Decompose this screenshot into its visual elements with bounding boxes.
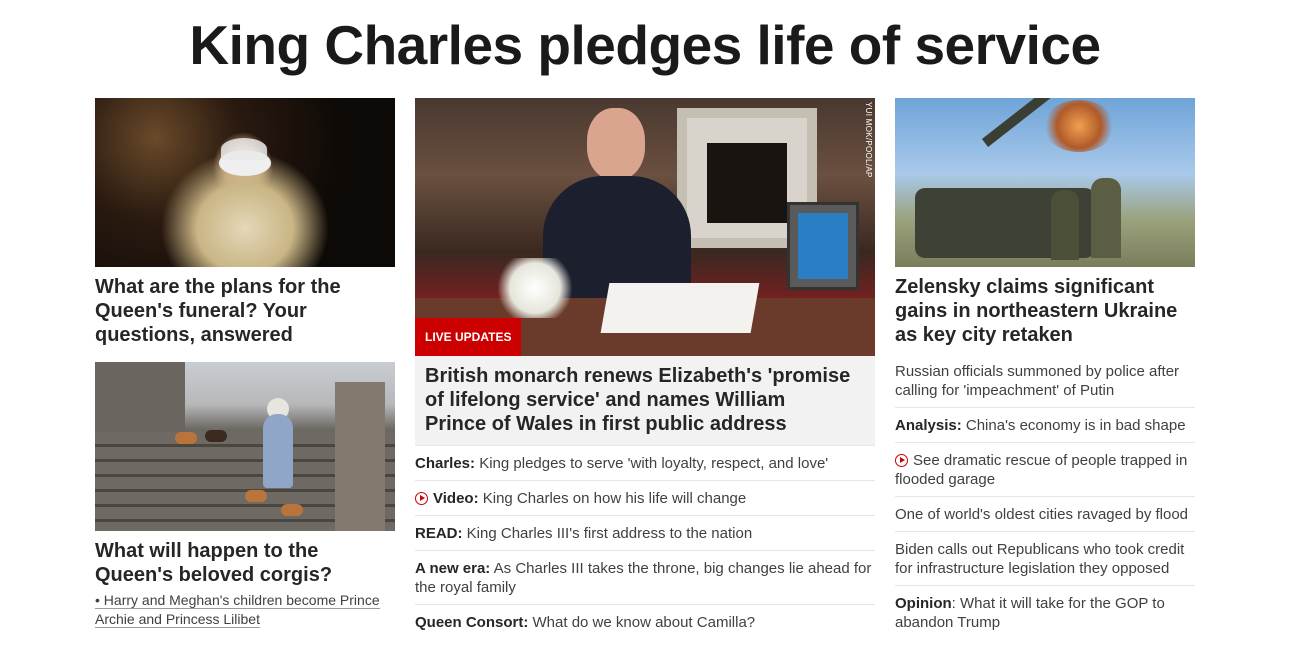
link-label: Video: xyxy=(433,490,479,507)
photo-credit: YUI MOK/POOL/AP xyxy=(864,102,873,178)
list-item[interactable]: READ: King Charles III's first address t… xyxy=(415,516,875,551)
list-item[interactable]: Analysis: China's economy is in bad shap… xyxy=(895,408,1195,443)
list-item[interactable]: See dramatic rescue of people trapped in… xyxy=(895,443,1195,497)
link-label: Opinion xyxy=(895,595,952,612)
castle-wall xyxy=(95,362,185,442)
corgis-headline[interactable]: What will happen to the Queen's beloved … xyxy=(95,539,395,587)
photo-frame-shape xyxy=(787,202,859,290)
headline-line: questions, answered xyxy=(95,324,293,346)
list-item[interactable]: Russian officials summoned by police aft… xyxy=(895,354,1195,408)
ukraine-artillery-photo[interactable] xyxy=(895,98,1195,267)
right-column: Zelensky claims significant gains in nor… xyxy=(895,98,1195,639)
middle-column: YUI MOK/POOL/AP LIVE UPDATES British mon… xyxy=(415,98,875,639)
play-video-icon xyxy=(415,492,428,505)
funeral-plans-headline[interactable]: What are the plans for the Queen's funer… xyxy=(95,275,395,347)
related-link-line: Archie and Princess Lilibet xyxy=(95,611,260,628)
stone-pillar xyxy=(335,382,385,531)
headline-line: British monarch renews Elizabeth's 'prom… xyxy=(425,365,851,387)
page-headline[interactable]: King Charles pledges life of service xyxy=(0,12,1290,78)
link-label: A new era: xyxy=(415,560,491,577)
queen-figure xyxy=(263,414,293,488)
link-text: King pledges to serve 'with loyalty, res… xyxy=(475,455,829,472)
headline-line: gains in northeastern Ukraine xyxy=(895,300,1178,322)
headline-line: Queen's beloved corgis? xyxy=(95,564,333,586)
headline-line: What are the plans for the xyxy=(95,276,341,298)
link-text: Russian officials summoned by police aft… xyxy=(895,363,1180,399)
right-story-links: Russian officials summoned by police aft… xyxy=(895,354,1195,639)
flowers-shape xyxy=(495,258,575,318)
corgi-shape xyxy=(245,490,267,502)
corgi-shape xyxy=(175,432,197,444)
link-text: One of world's oldest cities ravaged by … xyxy=(895,506,1189,523)
live-updates-badge[interactable]: LIVE UPDATES xyxy=(415,318,522,356)
link-label: Charles: xyxy=(415,455,476,472)
queen-photo[interactable] xyxy=(95,98,395,267)
left-column: What are the plans for the Queen's funer… xyxy=(95,98,395,629)
soldier-shape xyxy=(1091,178,1121,258)
link-text: King Charles on how his life will change xyxy=(478,490,747,507)
harry-meghan-link[interactable]: • Harry and Meghan's children become Pri… xyxy=(95,591,395,629)
tiara-shape xyxy=(221,138,267,160)
headline-line: of lifelong service' and names William xyxy=(425,389,786,411)
corgi-shape xyxy=(281,504,303,516)
link-label: READ: xyxy=(415,525,463,542)
list-item[interactable]: Biden calls out Republicans who took cre… xyxy=(895,532,1195,586)
soldier-shape xyxy=(1051,190,1079,260)
link-text: King Charles III's first address to the … xyxy=(462,525,753,542)
corgi-shape xyxy=(205,430,227,442)
headline-line: Prince of Wales in first public address xyxy=(425,413,787,435)
play-video-icon xyxy=(895,454,908,467)
charles-face-shape xyxy=(587,108,645,180)
main-story-headline[interactable]: British monarch renews Elizabeth's 'prom… xyxy=(415,356,875,445)
paper-shape xyxy=(600,283,760,333)
list-item[interactable]: Charles: King pledges to serve 'with loy… xyxy=(415,446,875,481)
list-item[interactable]: A new era: As Charles III takes the thro… xyxy=(415,551,875,605)
headline-line: Zelensky claims significant xyxy=(895,276,1154,298)
charles-photo[interactable]: YUI MOK/POOL/AP LIVE UPDATES xyxy=(415,98,875,356)
zelensky-headline[interactable]: Zelensky claims significant gains in nor… xyxy=(895,275,1195,347)
list-item[interactable]: One of world's oldest cities ravaged by … xyxy=(895,497,1195,532)
link-text: Biden calls out Republicans who took cre… xyxy=(895,541,1185,577)
link-label: Analysis: xyxy=(895,417,962,434)
cannon-blast-shape xyxy=(1043,100,1115,152)
list-item[interactable]: Video: King Charles on how his life will… xyxy=(415,481,875,516)
corgi-photo[interactable] xyxy=(95,362,395,531)
list-item[interactable]: Queen Consort: What do we know about Cam… xyxy=(415,605,875,639)
headline-line: as key city retaken xyxy=(895,324,1073,346)
link-text: China's economy is in bad shape xyxy=(961,417,1186,434)
related-link-line: • Harry and Meghan's children become Pri… xyxy=(95,592,380,609)
link-label: Queen Consort: xyxy=(415,614,529,631)
link-text: What do we know about Camilla? xyxy=(528,614,756,631)
main-story-links: Charles: King pledges to serve 'with loy… xyxy=(415,445,875,639)
headline-line: Queen's funeral? Your xyxy=(95,300,307,322)
list-item[interactable]: Opinion: What it will take for the GOP t… xyxy=(895,586,1195,639)
headline-line: What will happen to the xyxy=(95,540,319,562)
link-text: See dramatic rescue of people trapped in… xyxy=(895,452,1188,488)
